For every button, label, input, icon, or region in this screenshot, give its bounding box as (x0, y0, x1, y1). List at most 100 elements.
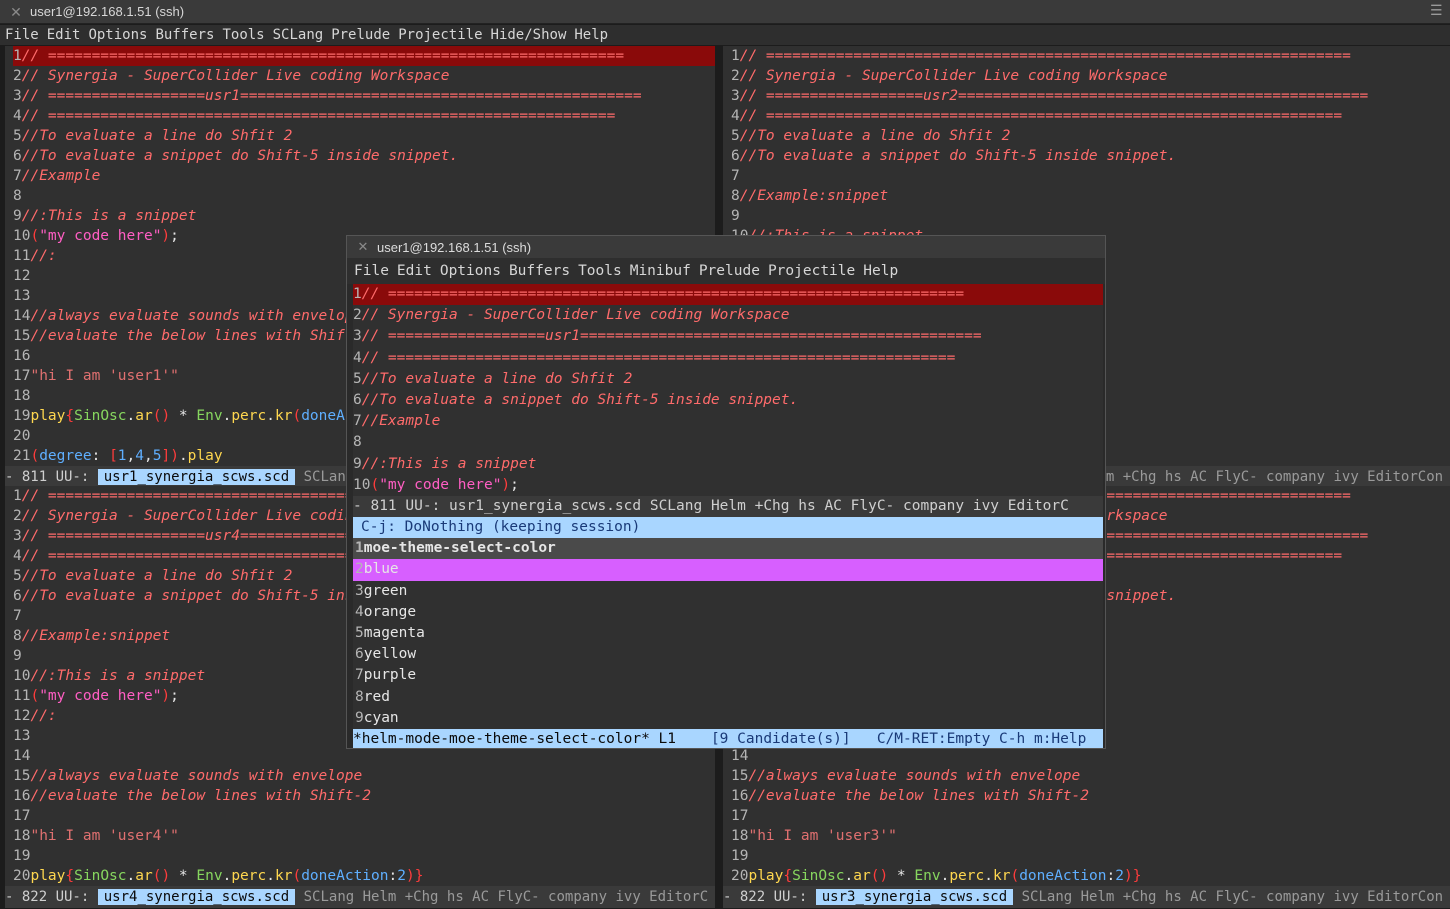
helm-candidate[interactable]: 6yellow (353, 644, 1103, 665)
line-number: 8 (13, 188, 22, 204)
line-number: 10 (353, 476, 371, 493)
comment-text: // ==================usr2===============… (739, 88, 1369, 104)
candidate-label: blue (363, 561, 399, 578)
popup-menu-item-help[interactable]: Help (863, 263, 898, 279)
line-number: 9 (731, 208, 740, 224)
line-number: 4 (353, 349, 362, 366)
helm-candidate[interactable]: 9cyan (353, 708, 1103, 729)
comment-text: //To evaluate a line do Shfit 2 (21, 568, 293, 584)
line-number: 10 (13, 228, 31, 244)
code-line: 18"hi I am 'user3'" (731, 826, 1450, 846)
popup-menubar: File Edit Options Buffers Tools Minibuf Prelud… (347, 258, 1105, 284)
line-number: 9 (13, 208, 22, 224)
comment-text: // =====================================… (361, 286, 965, 302)
comment-text: //Example (21, 168, 101, 184)
candidate-number: 5 (355, 625, 364, 641)
line-number: 19 (731, 848, 749, 864)
line-number: 3 (13, 88, 22, 104)
code-line: 2// Synergia - SuperCollider Live coding… (353, 305, 1103, 326)
comment-text: // Synergia - SuperCollider Live coding … (21, 68, 450, 84)
menu-item-file[interactable]: File (5, 27, 39, 43)
code-line: 7 (731, 166, 1450, 186)
line-number: 1 (13, 48, 22, 64)
popup-menu-item-edit[interactable]: Edit (397, 263, 432, 279)
helm-candidate[interactable]: 2blue (353, 559, 1103, 581)
helm-candidate[interactable]: 3green (353, 581, 1103, 602)
line-number: 9 (13, 648, 22, 664)
code-line: 3// ==================usr1==============… (13, 86, 715, 106)
code-line: 9//:This is a snippet (353, 454, 1103, 475)
helm-candidate[interactable]: 8red (353, 687, 1103, 708)
line-number: 15 (13, 328, 31, 344)
comment-text: //To evaluate a line do Shfit 2 (361, 370, 633, 387)
candidate-number: 9 (355, 709, 364, 726)
line-number: 2 (13, 68, 22, 84)
line-number: 5 (731, 128, 740, 144)
helm-candidate-count: [9 Candidate(s)] (710, 730, 851, 747)
popup-editor[interactable]: 1// ====================================… (353, 284, 1103, 748)
modeline-filename[interactable]: usr1_synergia_scws.scd (97, 469, 296, 485)
menu-icon[interactable]: ☰ (1430, 3, 1444, 17)
popup-menu-item-options[interactable]: Options (440, 263, 501, 279)
code-line: 2// Synergia - SuperCollider Live coding… (731, 66, 1450, 86)
candidate-label: orange (363, 603, 417, 620)
modeline-position: - 811 UU-: (353, 497, 441, 514)
candidate-label: red (363, 688, 390, 705)
code-text: ("my code here"); (30, 688, 179, 704)
menu-item-sclang[interactable]: SCLang (273, 27, 324, 43)
line-number: 15 (731, 768, 749, 784)
line-number: 11 (13, 248, 31, 264)
code-line: 5//To evaluate a line do Shfit 2 (731, 126, 1450, 146)
popup-menu-item-tools[interactable]: Tools (578, 263, 622, 279)
menu-item-projectile[interactable]: Projectile (398, 27, 482, 43)
menu-item-tools[interactable]: Tools (222, 27, 264, 43)
code-line: 16//evaluate the below lines with Shift-… (731, 786, 1450, 806)
line-number: 11 (13, 688, 31, 704)
code-line: 9 (731, 206, 1450, 226)
modeline-filename[interactable]: usr3_synergia_scws.scd (815, 889, 1014, 905)
menu-item-options[interactable]: Options (88, 27, 147, 43)
ssh-popup-window[interactable]: ✕ user1@192.168.1.51 (ssh) File Edit Optio… (346, 235, 1106, 749)
helm-candidate[interactable]: 4orange (353, 602, 1103, 623)
line-number: 17 (13, 368, 31, 384)
comment-text: // Synergia - SuperCollider Live coding … (361, 307, 790, 324)
modeline-position: - 822 UU-: (723, 889, 808, 905)
line-number: 18 (13, 828, 31, 844)
menu-item-hideshow[interactable]: Hide/Show (491, 27, 567, 43)
comment-text: // Synergia - SuperCollider Live coding … (739, 68, 1168, 84)
line-number: 19 (13, 848, 31, 864)
menu-item-buffers[interactable]: Buffers (155, 27, 214, 43)
line-number: 14 (13, 308, 31, 324)
popup-close-icon[interactable]: ✕ (355, 239, 371, 255)
popup-menu-item-minibuf[interactable]: Minibuf (630, 263, 691, 279)
code-text: ("my code here"); (30, 228, 179, 244)
line-number: 6 (731, 148, 740, 164)
comment-text: // =====================================… (739, 108, 1343, 124)
helm-candidate[interactable]: 5magenta (353, 623, 1103, 644)
comment-text: //:This is a snippet (21, 208, 197, 224)
helm-header: C-j: DoNothing (keeping session) (353, 517, 1103, 539)
popup-menu-item-prelude[interactable]: Prelude (699, 263, 760, 279)
line-number: 1 (731, 48, 740, 64)
line-number: 21 (13, 448, 31, 464)
helm-candidate[interactable]: 7purple (353, 665, 1103, 686)
code-line: 20play{SinOsc.ar() * Env.perc.kr(doneAct… (731, 866, 1450, 886)
modeline-filename[interactable]: usr1_synergia_scws.scd (449, 498, 641, 514)
popup-menu-item-file[interactable]: File (354, 263, 389, 279)
popup-titlebar: ✕ user1@192.168.1.51 (ssh) (347, 236, 1105, 258)
close-icon[interactable]: ✕ (8, 4, 24, 20)
comment-text: // =====================================… (361, 349, 956, 366)
popup-menu-item-buffers[interactable]: Buffers (509, 263, 570, 279)
line-number: 2 (353, 307, 362, 324)
code-line: 5//To evaluate a line do Shfit 2 (13, 126, 715, 146)
line-number: 7 (731, 168, 740, 184)
menu-item-edit[interactable]: Edit (47, 27, 81, 43)
menu-item-prelude[interactable]: Prelude (331, 27, 390, 43)
modeline-filename[interactable]: usr4_synergia_scws.scd (97, 889, 296, 905)
line-number: 8 (731, 188, 740, 204)
popup-menu-item-projectile[interactable]: Projectile (768, 263, 855, 279)
menu-item-help[interactable]: Help (574, 27, 608, 43)
comment-text: // =====================================… (21, 48, 625, 64)
line-number: 18 (731, 828, 749, 844)
line-number: 5 (353, 370, 362, 387)
